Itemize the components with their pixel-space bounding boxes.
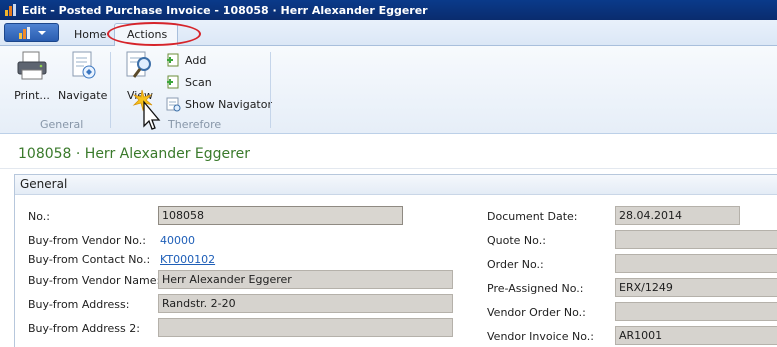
field-label-buy-from-address-2: Buy-from Address 2: <box>28 322 140 335</box>
field-label-quote-no: Quote No.: <box>487 234 546 247</box>
field-label-pre-assigned-no: Pre-Assigned No.: <box>487 282 584 295</box>
dynamics-logo-icon <box>18 26 30 39</box>
field-label-order-no: Order No.: <box>487 258 544 271</box>
ribbon: Print... Navigate General View Add Scan … <box>0 46 777 134</box>
print-button[interactable]: Print... <box>14 50 50 102</box>
scan-label: Scan <box>185 75 212 89</box>
scan-icon <box>167 75 179 89</box>
navigate-icon <box>72 51 96 79</box>
buy-from-contact-no-link[interactable]: KT000102 <box>160 253 215 266</box>
field-label-buy-from-address: Buy-from Address: <box>28 298 130 311</box>
navigate-label: Navigate <box>58 89 108 102</box>
application-menu-button[interactable] <box>4 23 59 42</box>
actions-tab-highlight <box>107 22 201 46</box>
show-navigator-label: Show Navigator <box>185 97 273 111</box>
navigator-icon <box>166 97 181 112</box>
group-separator <box>110 52 111 128</box>
group-separator <box>270 52 271 128</box>
chevron-down-icon <box>37 30 46 35</box>
navigate-button[interactable]: Navigate <box>58 50 107 102</box>
field-label-no: No.: <box>28 210 50 223</box>
field-label-buy-from-vendor-no: Buy-from Vendor No.: <box>28 234 147 247</box>
buy-from-address-2-field[interactable] <box>158 318 453 337</box>
printer-icon <box>17 51 47 80</box>
dynamics-app-icon <box>5 4 16 16</box>
divider <box>0 168 777 169</box>
group-label-therefore: Therefore <box>168 118 222 131</box>
quote-no-field[interactable] <box>615 230 777 249</box>
add-icon <box>167 53 179 67</box>
document-date-field[interactable]: 28.04.2014 <box>615 206 740 225</box>
show-navigator-button[interactable]: Show Navigator <box>165 95 272 113</box>
vendor-invoice-no-field[interactable]: AR1001 <box>615 326 777 345</box>
field-label-buy-from-vendor-name: Buy-from Vendor Name: <box>28 274 161 287</box>
field-label-vendor-invoice-no: Vendor Invoice No.: <box>487 330 594 343</box>
no-field[interactable]: 108058 <box>158 206 403 225</box>
pre-assigned-no-field[interactable]: ERX/1249 <box>615 278 777 297</box>
window-title: Edit - Posted Purchase Invoice - 108058 … <box>22 3 428 17</box>
buy-from-vendor-no-link[interactable]: 40000 <box>160 234 195 247</box>
general-fasttab: General No.: 108058 Buy-from Vendor No.:… <box>14 174 777 347</box>
field-label-vendor-order-no: Vendor Order No.: <box>487 306 586 319</box>
print-label: Print... <box>14 89 50 102</box>
magnifier-document-icon <box>126 51 151 78</box>
buy-from-vendor-name-field[interactable]: Herr Alexander Eggerer <box>158 270 453 289</box>
scan-button[interactable]: Scan <box>165 73 212 91</box>
fasttab-header[interactable]: General <box>15 175 777 195</box>
field-label-buy-from-contact-no: Buy-from Contact No.: <box>28 253 151 266</box>
add-label: Add <box>185 53 207 67</box>
page-title: 108058 · Herr Alexander Eggerer <box>18 146 250 162</box>
add-button[interactable]: Add <box>165 51 206 69</box>
buy-from-address-field[interactable]: Randstr. 2-20 <box>158 294 453 313</box>
vendor-order-no-field[interactable] <box>615 302 777 321</box>
fasttab-title: General <box>20 177 68 191</box>
click-cursor-icon <box>132 89 161 130</box>
group-label-general: General <box>40 118 84 131</box>
title-bar: Edit - Posted Purchase Invoice - 108058 … <box>0 0 777 20</box>
field-label-document-date: Document Date: <box>487 210 578 223</box>
order-no-field[interactable] <box>615 254 777 273</box>
